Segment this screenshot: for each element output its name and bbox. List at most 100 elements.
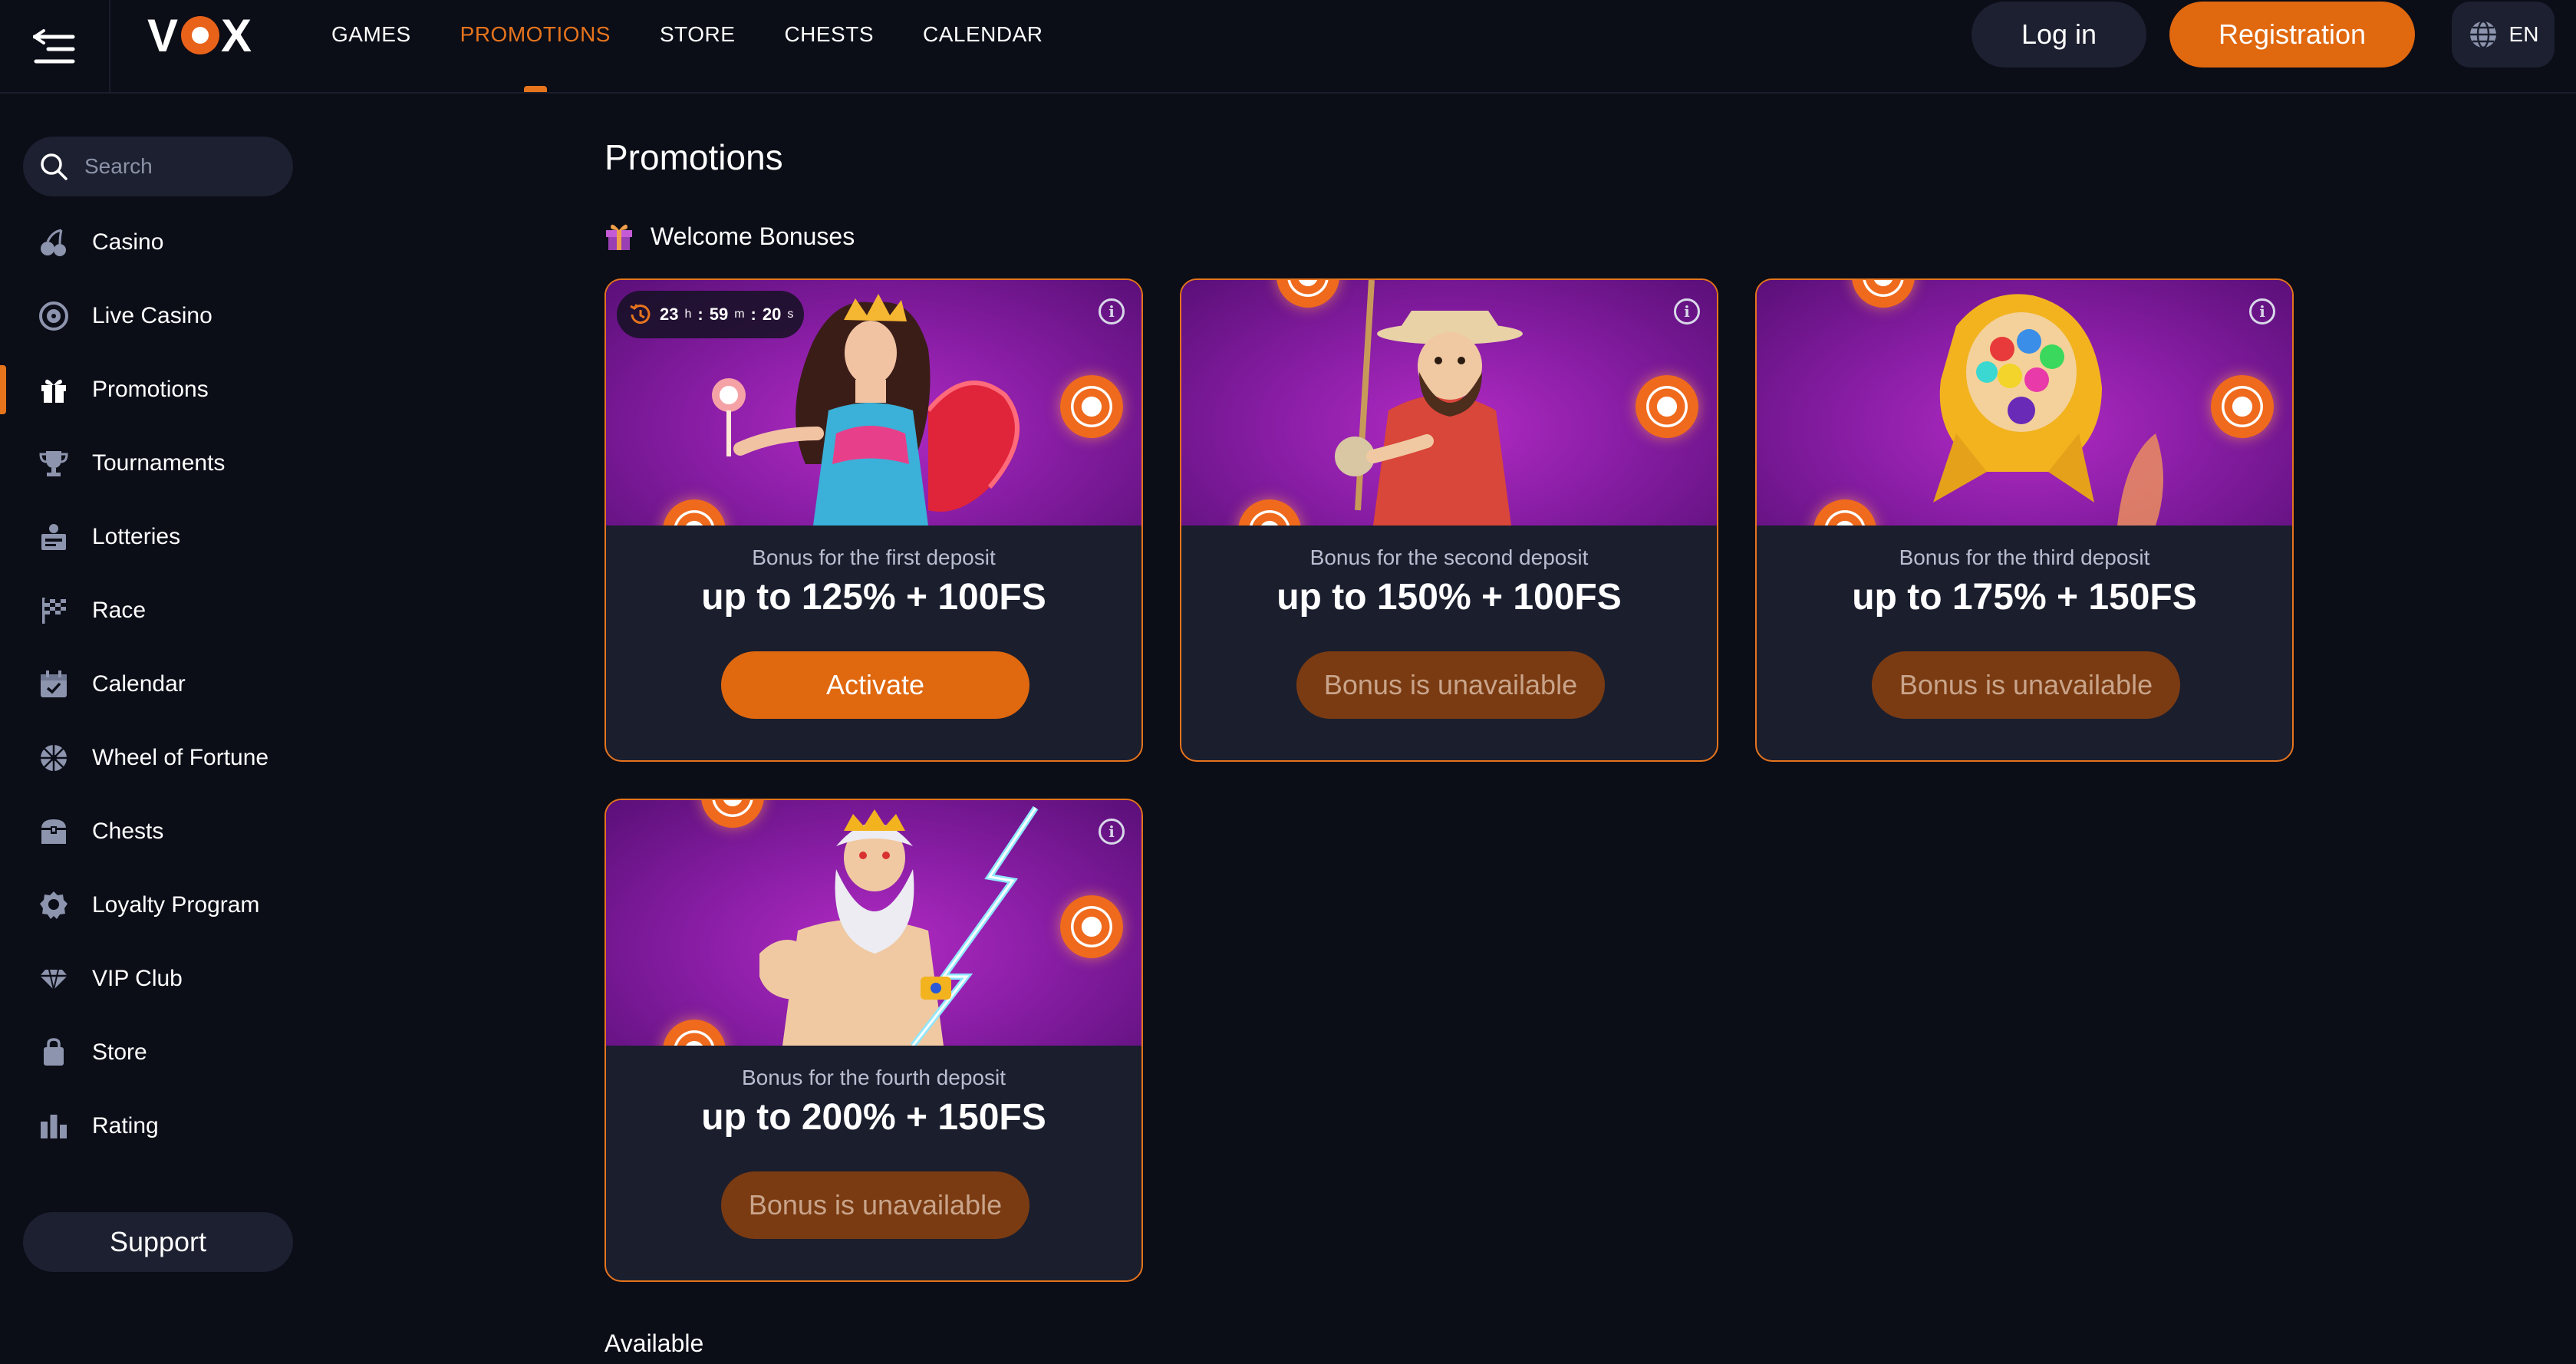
sidebar-item-label: Live Casino (92, 303, 212, 328)
bonus-card-first-deposit: 23 h : 59 m : 20 s i Bonus for the first de… (604, 278, 1143, 762)
bonus-card-third-deposit: i Bonus for the third deposit up to 175%… (1755, 278, 2294, 762)
sidebar: Casino Live Casino Promotions Tournament… (0, 94, 307, 1364)
bag-icon (38, 1037, 69, 1068)
zeus-illustration (759, 806, 1039, 1046)
fisherman-illustration (1335, 280, 1523, 526)
top-navigation: GAMES PROMOTIONS STORE CHESTS CALENDAR (307, 0, 1068, 92)
candy-rocket-illustration (1933, 294, 2163, 526)
sidebar-item-rating[interactable]: Rating (0, 1089, 307, 1163)
bonus-banner: 23 h : 59 m : 20 s i (606, 280, 1141, 526)
sidebar-item-casino[interactable]: Casino (0, 206, 307, 279)
bonus-amount: up to 150% + 100FS (1276, 577, 1622, 618)
bonus-unavailable-button[interactable]: Bonus is unavailable (1296, 651, 1605, 719)
bonus-card-second-deposit: i Bonus for the second deposit up to 150… (1180, 278, 1718, 762)
language-selector[interactable]: EN (2452, 2, 2555, 68)
bonus-card-fourth-deposit: i Bonus for the fourth deposit up to 200… (604, 799, 1143, 1282)
sidebar-item-label: Casino (92, 229, 164, 255)
section-title: Welcome Bonuses (651, 222, 855, 250)
sidebar-item-label: Store (92, 1039, 147, 1065)
sidebar-item-label: Race (92, 598, 147, 623)
sidebar-item-promotions[interactable]: Promotions (0, 353, 307, 427)
sidebar-item-label: Rating (92, 1113, 159, 1138)
bonus-subtitle: Bonus for the fourth deposit (742, 1066, 1006, 1089)
nav-chests[interactable]: CHESTS (759, 0, 898, 69)
bonus-subtitle: Bonus for the second deposit (1309, 545, 1589, 569)
nav-promotions[interactable]: PROMOTIONS (436, 0, 635, 92)
sidebar-item-label: Wheel of Fortune (92, 745, 269, 770)
login-button[interactable]: Log in (1972, 2, 2146, 68)
badge-icon (38, 890, 69, 921)
sidebar-menu: Casino Live Casino Promotions Tournament… (0, 206, 307, 1163)
nav-games[interactable]: GAMES (307, 0, 436, 69)
bonus-banner: i (1181, 280, 1717, 526)
collapse-menu-icon (33, 29, 75, 64)
bonus-unavailable-button[interactable]: Bonus is unavailable (721, 1171, 1029, 1239)
bonus-amount: up to 200% + 150FS (701, 1097, 1046, 1138)
cherries-icon (38, 227, 69, 258)
timer-seconds: 20 (762, 305, 782, 324)
trophy-icon (38, 448, 69, 479)
sidebar-item-loyalty-program[interactable]: Loyalty Program (0, 868, 307, 942)
bonus-countdown: 23 h : 59 m : 20 s (617, 291, 805, 338)
bonus-amount: up to 175% + 150FS (1852, 577, 2197, 618)
sidebar-item-label: Calendar (92, 671, 186, 697)
sidebar-item-label: VIP Club (92, 966, 183, 991)
nav-calendar[interactable]: CALENDAR (898, 0, 1067, 69)
top-bar: VX GAMES PROMOTIONS STORE CHESTS CALENDA… (0, 0, 2576, 94)
timer-hours-unit: h (684, 308, 692, 321)
info-icon[interactable]: i (1099, 819, 1125, 845)
chest-icon (38, 816, 69, 847)
bonus-unavailable-button[interactable]: Bonus is unavailable (1872, 651, 2180, 719)
sidebar-item-calendar[interactable]: Calendar (0, 647, 307, 721)
bonus-subtitle: Bonus for the first deposit (752, 545, 996, 569)
nav-store[interactable]: STORE (635, 0, 759, 69)
sidebar-item-label: Promotions (92, 377, 209, 402)
gift-icon (38, 374, 69, 405)
bonus-subtitle: Bonus for the third deposit (1899, 545, 2150, 569)
search-input[interactable] (84, 154, 268, 179)
welcome-bonuses-heading: Welcome Bonuses (604, 221, 855, 252)
collapse-menu-button[interactable] (0, 0, 110, 92)
diamond-icon (38, 964, 69, 994)
timer-hours: 23 (660, 305, 679, 324)
sidebar-item-tournaments[interactable]: Tournaments (0, 427, 307, 500)
sidebar-item-vip-club[interactable]: VIP Club (0, 942, 307, 1016)
lottery-icon (38, 522, 69, 552)
wheel-icon (38, 743, 69, 773)
gift-box-icon (606, 224, 632, 250)
bonus-banner: i (1757, 280, 2292, 526)
sidebar-item-chests[interactable]: Chests (0, 795, 307, 868)
calendar-icon (38, 669, 69, 700)
info-icon[interactable]: i (2249, 298, 2275, 325)
timer-minutes: 59 (709, 305, 729, 324)
vox-logo[interactable]: VX (147, 10, 253, 61)
flag-icon (38, 595, 69, 626)
sidebar-item-store[interactable]: Store (0, 1016, 307, 1089)
sidebar-item-label: Loyalty Program (92, 892, 260, 918)
logo-ring-icon (181, 16, 220, 54)
rating-icon (38, 1111, 69, 1142)
timer-seconds-unit: s (787, 308, 794, 321)
timer-minutes-unit: m (734, 308, 745, 321)
language-code: EN (2508, 22, 2539, 46)
bonus-banner: i (606, 800, 1141, 1046)
registration-button[interactable]: Registration (2169, 2, 2415, 68)
search-icon (41, 153, 68, 180)
available-section-title: Available (604, 1329, 704, 1357)
sidebar-item-label: Chests (92, 819, 164, 844)
info-icon[interactable]: i (1674, 298, 1700, 325)
sidebar-item-label: Lotteries (92, 524, 181, 549)
clock-history-icon (630, 304, 651, 325)
roulette-icon (38, 301, 69, 331)
sidebar-item-race[interactable]: Race (0, 574, 307, 647)
sidebar-item-wheel-of-fortune[interactable]: Wheel of Fortune (0, 721, 307, 795)
globe-icon (2469, 20, 2496, 49)
activate-button[interactable]: Activate (721, 651, 1029, 719)
sidebar-item-label: Tournaments (92, 450, 226, 476)
page-title: Promotions (604, 137, 783, 177)
info-icon[interactable]: i (1099, 298, 1125, 325)
support-button[interactable]: Support (23, 1212, 293, 1272)
sidebar-item-live-casino[interactable]: Live Casino (0, 279, 307, 353)
search-box[interactable] (23, 137, 293, 196)
sidebar-item-lotteries[interactable]: Lotteries (0, 500, 307, 574)
